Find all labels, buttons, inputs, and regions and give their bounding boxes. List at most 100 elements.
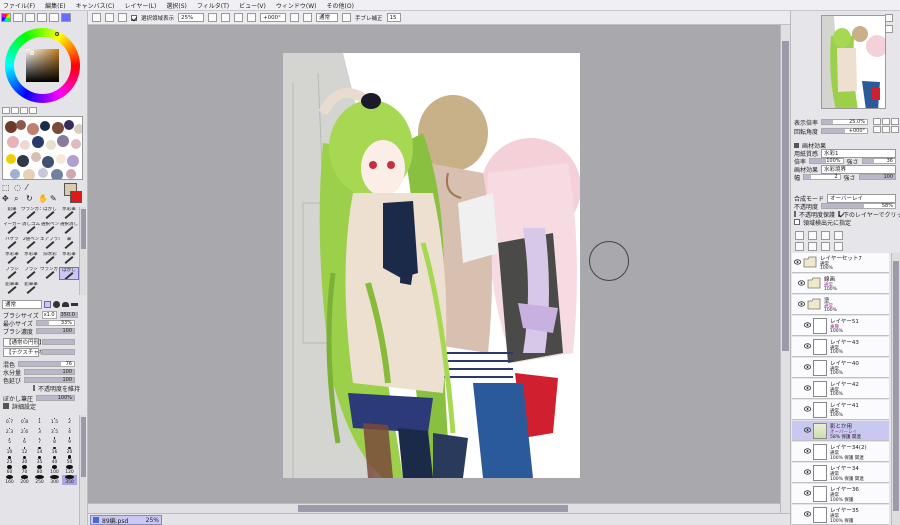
- artwork-canvas[interactable]: [283, 53, 580, 478]
- layer-row[interactable]: レイヤー43 通常 100%: [792, 337, 889, 357]
- brush-size-preset[interactable]: 20: [62, 445, 77, 455]
- lasso-icon[interactable]: ◌: [14, 183, 25, 193]
- brush-size-preset[interactable]: 50: [62, 455, 77, 465]
- brush-size-preset[interactable]: 14: [32, 445, 47, 455]
- texture-strength-slider[interactable]: [42, 349, 75, 355]
- brush-size-preset[interactable]: 8: [47, 435, 62, 445]
- brush-tool-slot[interactable]: エアブラシ: [40, 237, 60, 250]
- menu-item[interactable]: レイヤー(L): [125, 1, 157, 10]
- blur-pressure-slider[interactable]: 100%: [36, 395, 75, 401]
- brush-size-preset[interactable]: 3.5: [47, 425, 62, 435]
- brush-tool-slot[interactable]: マーカー: [2, 222, 22, 235]
- brush-tool-slot[interactable]: 鉛筆: [2, 207, 22, 220]
- brush-size-preset[interactable]: 100: [47, 465, 62, 475]
- nav-zoom-out-button[interactable]: [885, 25, 893, 33]
- brush-size-preset[interactable]: 120: [62, 465, 77, 475]
- layer-row[interactable]: レイヤーセット7 通常 100%: [792, 253, 889, 273]
- rect-select-icon[interactable]: ⬚: [2, 183, 13, 193]
- menu-item[interactable]: 編集(E): [45, 1, 65, 10]
- brush-size-preset[interactable]: 30: [17, 455, 32, 465]
- brush-size-preset[interactable]: 160: [2, 475, 17, 485]
- keep-opacity-checkbox[interactable]: [33, 385, 35, 391]
- blend-slider[interactable]: 76: [18, 361, 75, 367]
- brush-size-preset[interactable]: 3: [32, 425, 47, 435]
- trash-icon[interactable]: [834, 242, 843, 251]
- visibility-eye-icon[interactable]: [803, 511, 812, 517]
- rotation-select[interactable]: +000°: [260, 13, 287, 22]
- show-selection-checkbox[interactable]: [131, 14, 137, 21]
- visibility-eye-icon[interactable]: [803, 469, 812, 475]
- color-mode-button[interactable]: [11, 107, 19, 114]
- size-multiplier[interactable]: x1.0: [41, 311, 57, 319]
- strength-slider[interactable]: 36: [861, 158, 896, 164]
- flip-button[interactable]: [303, 13, 313, 22]
- rgb-slider-tab-icon[interactable]: [13, 13, 23, 22]
- brush-size-preset[interactable]: 7: [32, 435, 47, 445]
- nav-button[interactable]: [882, 126, 890, 133]
- paper-toggle-icon[interactable]: [794, 142, 799, 148]
- rotate-tool-icon[interactable]: ↻: [26, 194, 37, 204]
- nav-button[interactable]: [891, 126, 899, 133]
- layer-row[interactable]: レイヤー51 乗算 100%: [792, 316, 889, 336]
- hand-tool-icon[interactable]: ✋: [38, 194, 49, 204]
- zoom-in-button[interactable]: [208, 13, 218, 22]
- nav-angle-slider[interactable]: +000°: [821, 128, 868, 134]
- deselect-button[interactable]: [105, 13, 114, 22]
- canvas-area[interactable]: [88, 25, 780, 503]
- brush-size-slider[interactable]: 350.0: [59, 312, 78, 318]
- new-layer-button[interactable]: [795, 231, 804, 240]
- brush-size-preset[interactable]: 0.7: [2, 415, 17, 425]
- layer-row[interactable]: 影とか用 オーバーレイ 58% 保護 関連: [792, 421, 889, 441]
- new-linework-layer-button[interactable]: [808, 231, 817, 240]
- menu-item[interactable]: ファイル(F): [3, 1, 35, 10]
- detail-toggle-icon[interactable]: [3, 403, 9, 409]
- transfer-down-button[interactable]: [834, 231, 843, 240]
- brush-size-preset[interactable]: 4: [62, 425, 77, 435]
- brush-tool-slot[interactable]: 消しゴム: [21, 222, 41, 235]
- left-scrollbar[interactable]: [79, 415, 86, 525]
- brush-size-preset[interactable]: 250: [32, 475, 47, 485]
- brush-size-preset[interactable]: 10: [2, 445, 17, 455]
- brush-texture-select[interactable]: 【テクスチャなし】: [3, 347, 55, 357]
- select-all-button[interactable]: [92, 13, 101, 22]
- brush-size-preset[interactable]: 5: [2, 435, 17, 445]
- brush-size-preset[interactable]: 6: [17, 435, 32, 445]
- brush-tool-slot[interactable]: 選択ペン: [40, 222, 60, 235]
- selection-source-checkbox[interactable]: [794, 219, 800, 225]
- layer-row[interactable]: レイヤー35 通常 100% 保護: [792, 505, 889, 525]
- brush-tool-slot[interactable]: 鉛筆筆: [2, 282, 22, 295]
- scratchpad-tab-icon[interactable]: [61, 13, 71, 22]
- brush-tool-slot[interactable]: 水彩筆: [59, 207, 79, 220]
- brush-size-preset[interactable]: 350: [62, 475, 77, 485]
- brush-tool-slot[interactable]: バケツ: [2, 237, 22, 250]
- brush-mode-select[interactable]: 通常: [2, 300, 42, 309]
- brush-tool-slot[interactable]: 2値ペン: [21, 237, 41, 250]
- nav-button[interactable]: [891, 118, 899, 125]
- brush-size-preset[interactable]: 2.3: [2, 425, 17, 435]
- color-mode-button[interactable]: [2, 107, 10, 114]
- color-mode-button[interactable]: [29, 107, 37, 114]
- clipping-checkbox[interactable]: [838, 211, 841, 217]
- invert-selection-button[interactable]: [118, 13, 127, 22]
- brush-size-preset[interactable]: 1.5: [47, 415, 62, 425]
- hsv-slider-tab-icon[interactable]: [25, 13, 35, 22]
- brush-size-preset[interactable]: 25: [2, 455, 17, 465]
- brush-size-preset[interactable]: 9: [62, 435, 77, 445]
- tool-scrollbar[interactable]: [79, 207, 86, 295]
- brush-tool-slot[interactable]: 水彩筆: [21, 252, 41, 265]
- brush-size-preset[interactable]: 0.8: [17, 415, 32, 425]
- zoom-reset-button[interactable]: [234, 13, 244, 22]
- layer-row[interactable]: レイヤー42 通常 100%: [792, 379, 889, 399]
- shape-strength-slider[interactable]: [42, 339, 75, 345]
- swatch-tab-icon[interactable]: [37, 13, 47, 22]
- brush-tool-slot[interactable]: 水彩筆: [59, 252, 79, 265]
- brush-tool-slot[interactable]: ぼかし: [40, 207, 60, 220]
- brush-tool-slot[interactable]: 筆: [59, 237, 79, 250]
- display-mode-select[interactable]: 通常: [316, 13, 339, 22]
- brush-tool-slot[interactable]: ウランガン: [21, 207, 41, 220]
- layer-scrollbar[interactable]: [891, 253, 900, 525]
- water-slider[interactable]: 100: [24, 369, 75, 375]
- effect-select[interactable]: 水彩境界: [821, 164, 896, 174]
- layer-row[interactable]: 線画 通常 100%: [792, 274, 889, 294]
- eyedropper-icon[interactable]: ✎: [50, 194, 61, 204]
